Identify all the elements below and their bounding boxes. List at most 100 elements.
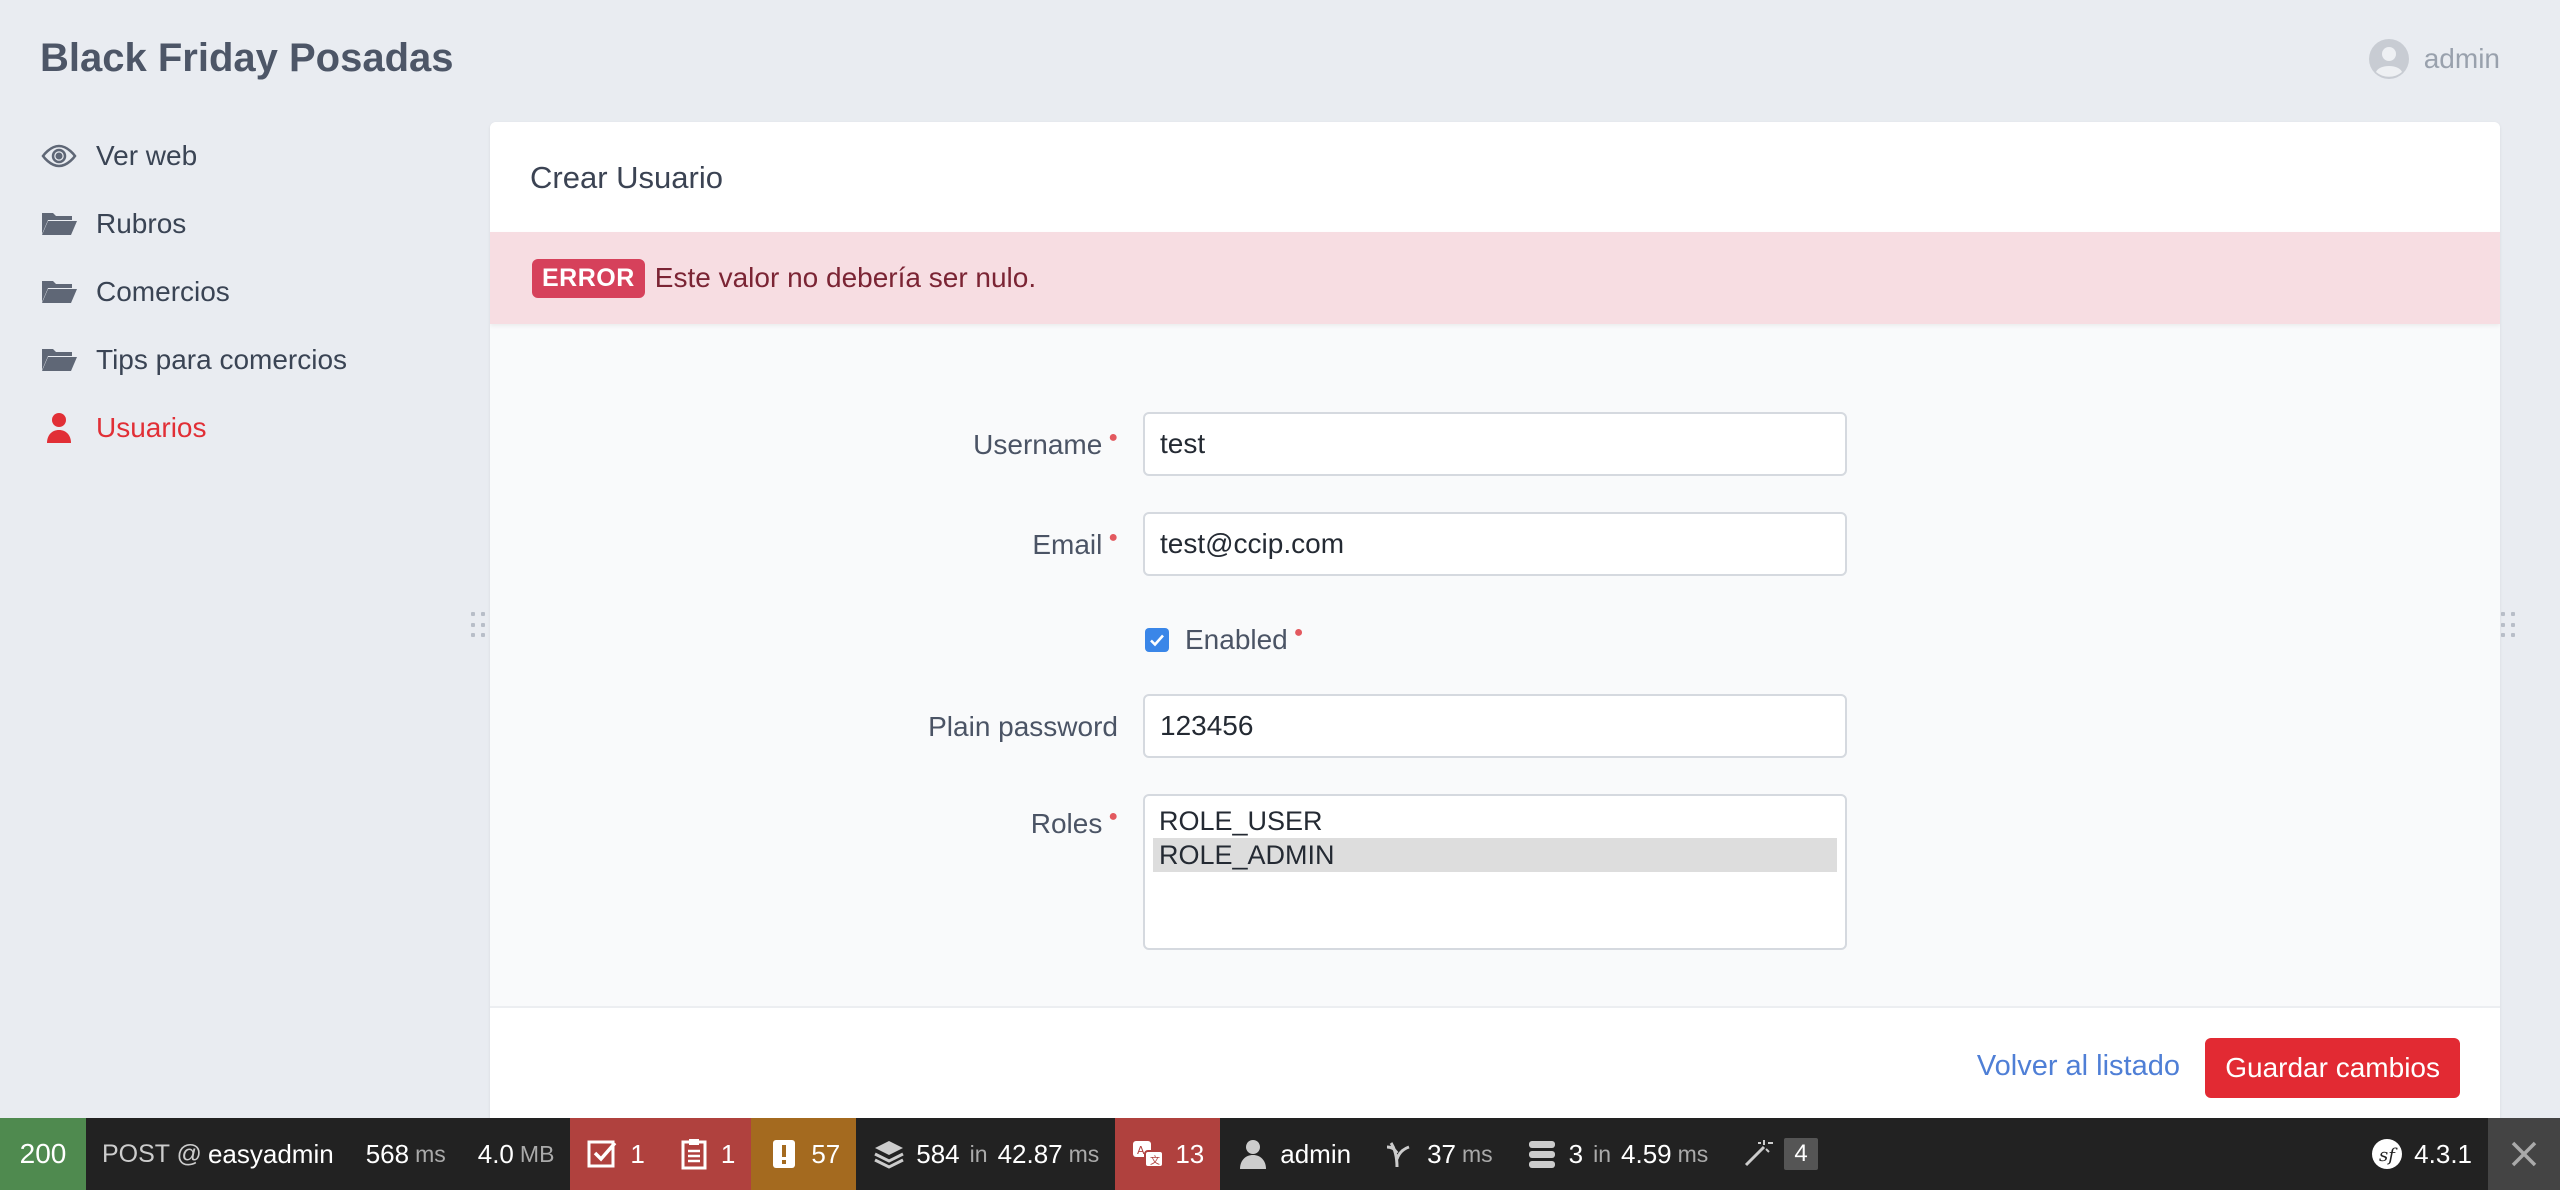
request-info[interactable]: POST @ easyadmin xyxy=(86,1118,350,1190)
sidebar-item-usuarios[interactable]: Usuarios xyxy=(40,394,460,462)
symfony-version: 4.3.1 xyxy=(2414,1138,2472,1169)
sidebar-item-label: Rubros xyxy=(96,208,187,239)
security-user: admin xyxy=(1280,1138,1352,1169)
sidebar-item-label: Tips para comercios xyxy=(96,344,348,375)
warning-icon xyxy=(773,1140,796,1168)
time-unit: ms xyxy=(415,1140,446,1167)
time-value: 568 xyxy=(365,1138,410,1169)
sidebar-item-label: Usuarios xyxy=(96,412,207,443)
page-title: Crear Usuario xyxy=(490,122,2500,232)
email-label: Email ● xyxy=(1032,529,1118,560)
sidebar-item-ver-web[interactable]: Ver web xyxy=(40,122,460,190)
debug-toolbar: 200 POST @ easyadmin 568 ms 4.0 MB 1 1 57 … xyxy=(0,1118,2560,1190)
clipboard-icon xyxy=(681,1139,707,1170)
twig-time: 37 xyxy=(1427,1138,1456,1169)
sidebar-item-comercios[interactable]: Comercios xyxy=(40,258,460,326)
brand-title[interactable]: Black Friday Posadas xyxy=(40,36,454,81)
twig-unit: ms xyxy=(1461,1140,1493,1167)
checkmark-icon xyxy=(1150,634,1164,647)
plain-password-field[interactable]: 123456 xyxy=(1143,694,1847,758)
db-time: 4.59 xyxy=(1621,1138,1672,1169)
roles-label: Roles ● xyxy=(1030,808,1118,839)
warnings-count: 57 xyxy=(811,1138,841,1169)
user-icon xyxy=(1240,1140,1267,1169)
user-name: admin xyxy=(2423,43,2500,74)
resize-handle-right[interactable] xyxy=(2500,612,2518,640)
db-in: in xyxy=(1593,1140,1612,1167)
error-message: Este valor no debería ser nulo. xyxy=(654,262,1037,293)
forms-panel[interactable]: 1 xyxy=(570,1118,661,1190)
svg-text:A: A xyxy=(1137,1144,1145,1157)
twig-icon xyxy=(1386,1142,1410,1168)
memory-unit: MB xyxy=(519,1140,555,1167)
required-marker: ● xyxy=(1108,429,1118,446)
request-route: easyadmin xyxy=(207,1138,334,1169)
sidebar-item-label: Ver web xyxy=(96,140,198,171)
symfony-panel[interactable]: sf 4.3.1 xyxy=(2354,1118,2488,1190)
cache-calls: 584 xyxy=(916,1138,960,1169)
magic-wand-icon xyxy=(1745,1140,1774,1167)
warnings-panel[interactable]: 57 xyxy=(751,1118,857,1190)
sidebar-item-tips[interactable]: Tips para comercios xyxy=(40,326,460,394)
config-panel[interactable]: 4 xyxy=(1724,1118,1833,1190)
cache-panel[interactable]: 584 in 42.87 ms xyxy=(856,1118,1115,1190)
form-actions: Volver al listado Guardar cambios xyxy=(490,1006,2500,1122)
enabled-checkbox[interactable] xyxy=(1145,628,1169,652)
sidebar-item-label: Comercios xyxy=(96,276,230,307)
status-code[interactable]: 200 xyxy=(0,1118,86,1190)
sidebar: Ver web Rubros Comercios Tips para comer… xyxy=(40,122,460,462)
roles-multiselect[interactable]: ROLE_USER ROLE_ADMIN xyxy=(1143,794,1847,950)
logs-panel[interactable]: 1 xyxy=(660,1118,752,1190)
close-icon xyxy=(2511,1141,2537,1167)
enabled-label[interactable]: Enabled ● xyxy=(1185,624,1303,656)
error-badge: ERROR xyxy=(532,258,645,298)
db-queries: 3 xyxy=(1568,1138,1584,1169)
layers-icon xyxy=(874,1141,904,1169)
translation-icon: A文 xyxy=(1133,1141,1165,1168)
db-unit: ms xyxy=(1677,1140,1709,1167)
role-option-admin[interactable]: ROLE_ADMIN xyxy=(1153,838,1837,872)
username-field[interactable]: test xyxy=(1143,412,1847,476)
required-marker: ● xyxy=(1108,529,1118,546)
required-marker: ● xyxy=(1293,624,1304,641)
user-menu[interactable]: admin xyxy=(2368,38,2500,80)
security-panel[interactable]: admin xyxy=(1220,1118,1367,1190)
resize-handle-left[interactable] xyxy=(470,612,488,640)
checkbox-icon xyxy=(587,1140,617,1168)
role-option-user[interactable]: ROLE_USER xyxy=(1153,804,1837,838)
email-field[interactable]: test@ccip.com xyxy=(1143,512,1847,576)
folder-icon xyxy=(40,207,96,241)
memory-value: 4.0 xyxy=(477,1138,514,1169)
top-bar: Black Friday Posadas admin xyxy=(0,0,2560,122)
plain-password-label: Plain password xyxy=(928,711,1118,742)
back-to-list-link[interactable]: Volver al listado xyxy=(1977,1050,2180,1083)
symfony-logo-icon: sf xyxy=(2372,1139,2403,1169)
database-icon xyxy=(1528,1141,1555,1168)
request-method: POST @ xyxy=(102,1139,202,1168)
cache-unit: ms xyxy=(1068,1140,1100,1167)
user-form: Username ● test Email ● test@ccip.com Enab… xyxy=(490,324,2500,1004)
eye-icon xyxy=(40,139,96,173)
user-icon xyxy=(40,411,96,445)
toolbar-close-button[interactable] xyxy=(2488,1118,2560,1190)
config-badge: 4 xyxy=(1784,1138,1818,1170)
forms-count: 1 xyxy=(630,1138,645,1169)
folder-icon xyxy=(40,343,96,377)
sidebar-item-rubros[interactable]: Rubros xyxy=(40,190,460,258)
error-alert: ERROR Este valor no debería ser nulo. xyxy=(490,232,2500,324)
translation-panel[interactable]: A文 13 xyxy=(1115,1118,1221,1190)
translation-count: 13 xyxy=(1175,1138,1205,1169)
database-panel[interactable]: 3 in 4.59 ms xyxy=(1509,1118,1725,1190)
memory-panel[interactable]: 4.0 MB xyxy=(462,1118,571,1190)
svg-text:文: 文 xyxy=(1150,1154,1160,1167)
cache-in: in xyxy=(969,1140,988,1167)
save-changes-button[interactable]: Guardar cambios xyxy=(2205,1038,2460,1098)
enabled-checkbox-wrap[interactable]: Enabled ● xyxy=(1145,624,1303,656)
twig-panel[interactable]: 37 ms xyxy=(1367,1118,1509,1190)
logs-count: 1 xyxy=(720,1138,736,1169)
user-avatar-icon xyxy=(2368,39,2409,79)
cache-time: 42.87 xyxy=(997,1138,1063,1169)
time-panel[interactable]: 568 ms xyxy=(350,1118,462,1190)
main-card: Crear Usuario ERROR Este valor no deberí… xyxy=(490,122,2500,1122)
required-marker: ● xyxy=(1108,808,1118,825)
